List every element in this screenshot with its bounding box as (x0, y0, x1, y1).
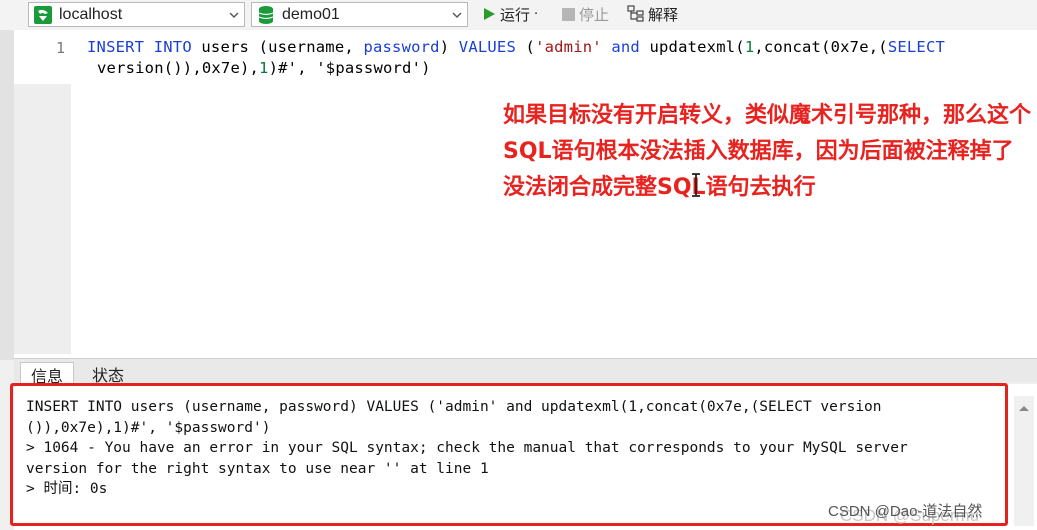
stop-label: 停止 (579, 5, 610, 24)
run-label: 运行 (500, 5, 531, 24)
database-name: demo01 (282, 5, 340, 23)
sql-text: ) (439, 38, 459, 56)
sql-text: version()),0x7e), (97, 59, 260, 77)
annotation-note: 如果目标没有开启转义，类似魔术引号那种，那么这个SQL语句根本没法插入数据库，因… (503, 103, 1032, 200)
editor-left-strip (0, 30, 14, 360)
text-cursor-icon (692, 173, 700, 197)
connection-name: localhost (59, 5, 123, 23)
explain-button[interactable]: 解释 (627, 3, 678, 25)
sql-number: 1 (259, 59, 269, 77)
message-line: version for the right syntax to use near… (26, 460, 489, 477)
message-output: INSERT INTO users (username, password) V… (26, 397, 1001, 500)
sql-text: ,concat(0x7e,( (754, 38, 888, 56)
sql-keyword: VALUES (458, 38, 516, 56)
connection-select[interactable]: localhost (28, 2, 245, 27)
database-icon (256, 5, 276, 25)
chevron-down-icon[interactable] (224, 3, 244, 26)
explain-label: 解释 (648, 5, 679, 24)
sql-keyword: password (363, 38, 440, 56)
sql-text: ( (515, 38, 536, 56)
sql-string: 'admin' (535, 38, 602, 56)
message-scrollbar[interactable] (1014, 396, 1034, 526)
sql-number: 1 (744, 38, 755, 56)
run-dropdown-icon[interactable]: · (534, 7, 538, 22)
sql-text: updatexml( (639, 38, 745, 56)
sql-keyword: INSERT INTO (87, 38, 192, 56)
explain-icon (627, 5, 645, 23)
message-line: ()),0x7e),1)#', '$password') (26, 419, 271, 436)
line-number: 1 (56, 39, 66, 57)
stop-button[interactable]: 停止 (561, 3, 609, 25)
scroll-up-icon[interactable] (1018, 404, 1030, 412)
code-line-1[interactable]: INSERT INTO users (username, password) V… (87, 38, 945, 56)
sql-text: users (username, (191, 38, 364, 56)
sql-text: )#', '$password') (268, 59, 431, 77)
navicat-query-window: localhost demo01 运行 · 停止 解释 1 INSERT INT… (0, 0, 1037, 530)
sql-keyword: SELECT (887, 38, 946, 56)
result-tab-bar (14, 358, 1037, 382)
play-icon (481, 6, 497, 22)
run-button[interactable]: 运行 · (481, 3, 538, 25)
watermark: CSDN @Dao-道法自然 (828, 503, 983, 520)
chevron-down-icon[interactable] (447, 3, 467, 26)
connection-icon (33, 5, 53, 25)
editor-gutter (14, 84, 71, 354)
message-line: > 1064 - You have an error in your SQL s… (26, 440, 908, 456)
message-line: > 时间: 0s (26, 481, 108, 497)
stop-icon (561, 7, 576, 22)
database-select[interactable]: demo01 (251, 2, 468, 27)
message-line: INSERT INTO users (username, password) V… (26, 399, 882, 415)
code-line-1-wrap[interactable]: version()),0x7e),1)#', '$password') (97, 59, 431, 77)
sql-keyword: and (611, 38, 640, 56)
